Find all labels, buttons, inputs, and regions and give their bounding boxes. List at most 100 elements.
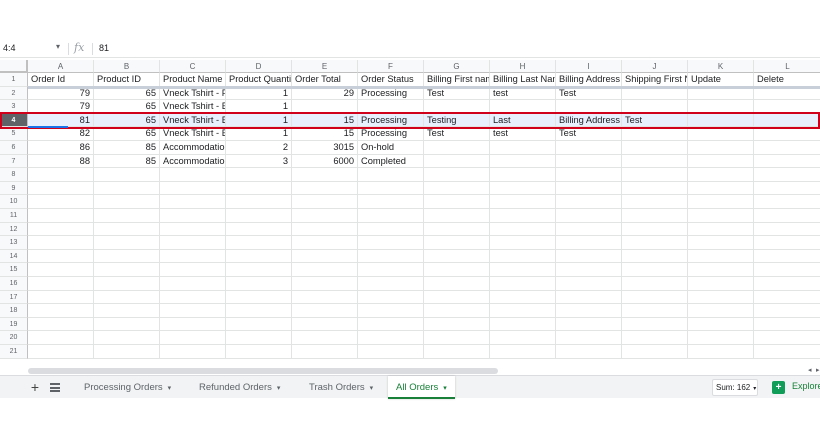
table-cell[interactable] <box>556 304 622 318</box>
column-header-i[interactable]: I <box>556 60 622 73</box>
table-cell[interactable] <box>622 168 688 182</box>
table-cell[interactable] <box>226 263 292 277</box>
table-cell[interactable] <box>28 181 94 196</box>
table-cell[interactable] <box>688 195 754 209</box>
table-cell[interactable] <box>754 155 820 169</box>
table-cell[interactable] <box>28 317 94 332</box>
table-cell[interactable] <box>226 345 292 359</box>
table-cell[interactable] <box>556 331 622 345</box>
table-cell[interactable]: Test <box>424 127 490 141</box>
table-cell[interactable] <box>292 168 358 182</box>
column-header-b[interactable]: B <box>94 60 160 73</box>
table-cell[interactable] <box>226 290 292 305</box>
header-cell[interactable]: Billing First name <box>424 73 490 87</box>
table-cell[interactable] <box>226 331 292 345</box>
table-cell[interactable] <box>490 168 556 182</box>
table-cell[interactable] <box>754 87 820 101</box>
table-cell[interactable] <box>490 181 556 196</box>
scroll-left-icon[interactable]: ◂ <box>808 366 812 374</box>
table-cell[interactable] <box>28 290 94 305</box>
table-cell[interactable] <box>688 345 754 359</box>
table-cell[interactable] <box>160 222 226 237</box>
name-box[interactable]: 4:4 <box>3 43 63 55</box>
row-header[interactable]: 2 <box>0 86 28 101</box>
table-cell[interactable] <box>358 277 424 291</box>
table-cell[interactable]: 79 <box>28 86 94 101</box>
table-cell[interactable]: Vneck Tshirt - Blue <box>160 127 226 141</box>
table-cell[interactable] <box>94 304 160 318</box>
table-cell[interactable] <box>688 154 754 169</box>
row-header[interactable]: 18 <box>0 304 28 318</box>
table-cell[interactable] <box>28 263 94 277</box>
table-cell[interactable] <box>226 317 292 332</box>
column-header-d[interactable]: D <box>226 60 292 73</box>
column-header-k[interactable]: K <box>688 60 754 73</box>
table-cell[interactable] <box>292 304 358 318</box>
table-cell[interactable] <box>292 195 358 209</box>
table-cell[interactable] <box>292 277 358 291</box>
table-cell[interactable] <box>490 209 556 223</box>
table-cell[interactable] <box>490 304 556 318</box>
table-cell[interactable] <box>28 209 94 223</box>
table-cell[interactable] <box>424 154 490 169</box>
table-cell[interactable] <box>424 290 490 305</box>
header-cell[interactable]: Product ID <box>94 73 160 87</box>
table-cell[interactable] <box>490 141 556 155</box>
table-cell[interactable] <box>160 345 226 359</box>
table-cell[interactable] <box>160 209 226 223</box>
frozen-row-divider[interactable] <box>28 85 820 89</box>
explore-button[interactable]: + Explore <box>770 379 820 396</box>
table-cell[interactable]: 3015 <box>292 141 358 155</box>
scrollbar-thumb[interactable] <box>28 368 498 374</box>
table-cell[interactable]: Test <box>556 127 622 141</box>
table-cell[interactable]: Test <box>424 86 490 101</box>
table-cell[interactable] <box>226 195 292 209</box>
table-cell[interactable] <box>292 290 358 305</box>
table-cell[interactable] <box>226 181 292 196</box>
table-cell[interactable] <box>490 290 556 305</box>
row-header[interactable]: 9 <box>0 181 28 196</box>
table-cell[interactable] <box>28 168 94 182</box>
column-header-l[interactable]: L <box>754 60 820 73</box>
table-cell[interactable] <box>754 345 820 359</box>
table-cell[interactable] <box>622 209 688 223</box>
row-header[interactable]: 1 <box>0 73 28 87</box>
table-cell[interactable]: Test <box>556 86 622 101</box>
row-header[interactable]: 7 <box>0 154 28 169</box>
table-cell[interactable] <box>622 277 688 291</box>
table-cell[interactable] <box>292 263 358 277</box>
table-cell[interactable] <box>160 331 226 345</box>
row-header[interactable]: 21 <box>0 345 28 359</box>
header-cell[interactable]: Billing Address 1 <box>556 73 622 87</box>
table-cell[interactable] <box>160 263 226 277</box>
table-cell[interactable] <box>358 331 424 345</box>
chevron-down-icon[interactable]: ▾ <box>370 385 374 392</box>
table-cell[interactable] <box>556 345 622 359</box>
table-cell[interactable] <box>622 195 688 209</box>
table-cell[interactable]: 6000 <box>292 154 358 169</box>
table-cell[interactable] <box>556 290 622 305</box>
table-cell[interactable] <box>556 263 622 277</box>
sum-indicator[interactable]: Sum: 162 ▾ <box>712 379 758 396</box>
table-cell[interactable] <box>94 331 160 345</box>
table-cell[interactable] <box>226 168 292 182</box>
table-cell[interactable] <box>622 290 688 305</box>
table-cell[interactable] <box>424 345 490 359</box>
column-header-a[interactable]: A <box>28 60 94 73</box>
table-cell[interactable]: Vneck Tshirt - Pink <box>160 86 226 101</box>
table-cell[interactable]: 2 <box>226 141 292 155</box>
row-header[interactable]: 15 <box>0 263 28 277</box>
table-cell[interactable] <box>556 209 622 223</box>
table-cell[interactable] <box>688 290 754 305</box>
table-cell[interactable] <box>688 263 754 277</box>
table-cell[interactable] <box>358 168 424 182</box>
table-cell[interactable] <box>622 331 688 345</box>
table-cell[interactable] <box>28 222 94 237</box>
row-header[interactable]: 11 <box>0 209 28 223</box>
table-cell[interactable]: Accommodation <box>160 141 226 155</box>
table-cell[interactable] <box>292 317 358 332</box>
table-cell[interactable]: 65 <box>94 127 160 141</box>
table-cell[interactable] <box>622 249 688 264</box>
table-cell[interactable] <box>490 154 556 169</box>
table-cell[interactable] <box>424 236 490 250</box>
